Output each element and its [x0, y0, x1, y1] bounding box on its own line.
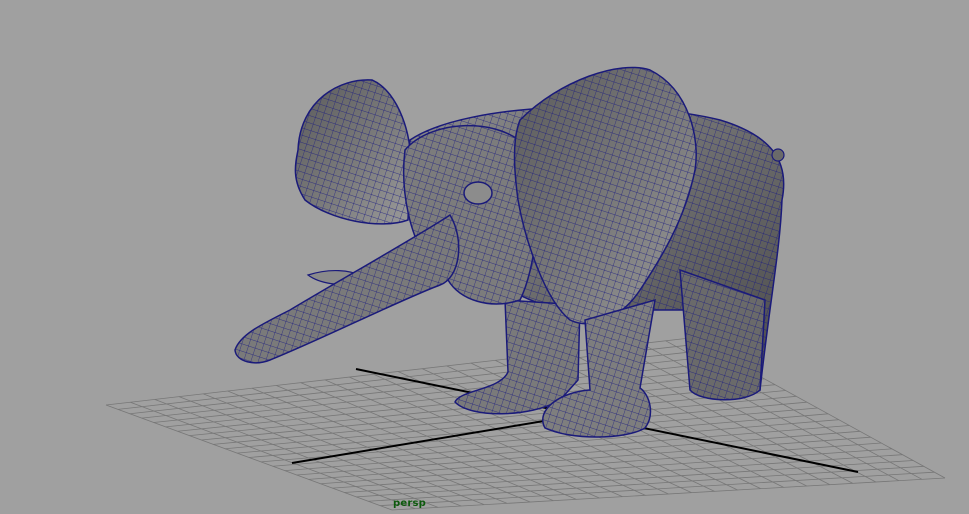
trunk	[234, 213, 460, 364]
grid-line	[296, 430, 861, 476]
viewport-canvas[interactable]	[0, 0, 969, 514]
left-ear	[294, 79, 411, 225]
elephant-mesh[interactable]	[234, 66, 785, 438]
perspective-viewport[interactable]: persp	[0, 0, 969, 514]
camera-name-label: persp	[393, 498, 426, 509]
grid-line	[320, 442, 882, 485]
grid-line	[391, 477, 946, 511]
grid-line	[641, 343, 900, 482]
tail	[771, 148, 785, 162]
